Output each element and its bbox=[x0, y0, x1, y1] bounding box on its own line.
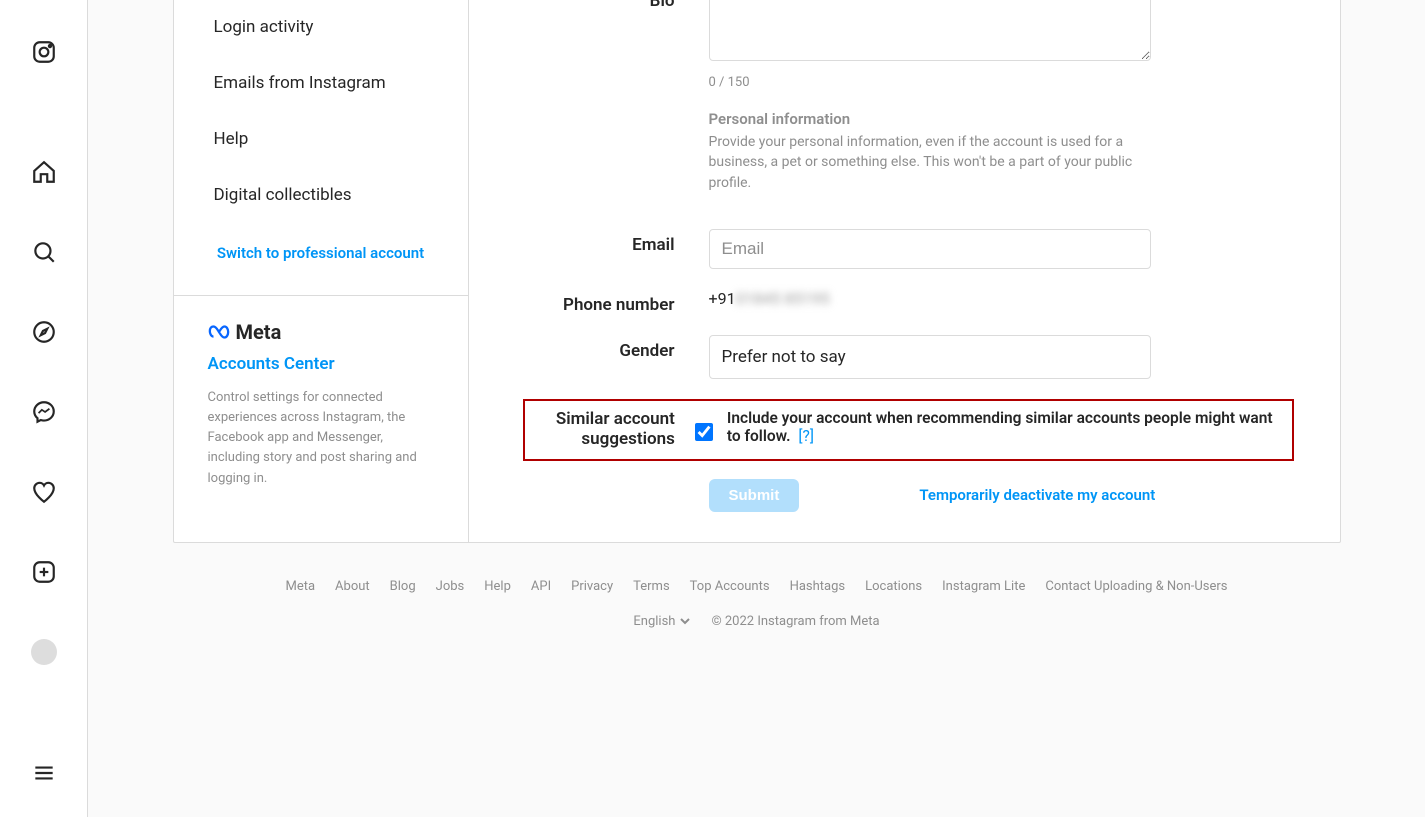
page-root: Supervision Login activity Emails from I… bbox=[0, 0, 1425, 817]
language-selector[interactable]: English bbox=[633, 614, 691, 629]
switch-professional-link[interactable]: Switch to professional account bbox=[174, 223, 468, 295]
similar-checkbox-label: Include your account when recommending s… bbox=[727, 409, 1282, 446]
language-label: English bbox=[633, 614, 675, 629]
personal-info-description: Provide your personal information, even … bbox=[709, 132, 1151, 193]
sidebar-item-emails[interactable]: Emails from Instagram bbox=[174, 55, 468, 111]
footer-link[interactable]: Top Accounts bbox=[690, 579, 770, 594]
meta-infinity-icon bbox=[208, 321, 230, 343]
meta-brand-text: Meta bbox=[236, 320, 282, 344]
similar-suggestions-checkbox[interactable] bbox=[695, 423, 713, 441]
copyright-text: © 2022 Instagram from Meta bbox=[711, 614, 879, 629]
bio-label: Bio bbox=[529, 0, 709, 90]
footer-link[interactable]: Terms bbox=[633, 579, 670, 594]
similar-suggestions-row: Similar account suggestions Include your… bbox=[535, 409, 1282, 449]
gender-select[interactable]: Prefer not to say bbox=[709, 335, 1151, 379]
email-label: Email bbox=[529, 229, 709, 269]
footer-link[interactable]: API bbox=[531, 579, 551, 594]
sidebar-item-login-activity[interactable]: Login activity bbox=[174, 0, 468, 55]
heart-icon[interactable] bbox=[20, 468, 68, 516]
avatar-icon bbox=[31, 639, 57, 665]
settings-panel: Supervision Login activity Emails from I… bbox=[173, 0, 1341, 543]
settings-sidebar: Supervision Login activity Emails from I… bbox=[174, 0, 469, 542]
footer-link[interactable]: About bbox=[335, 579, 370, 594]
similar-help-link[interactable]: [?] bbox=[798, 427, 814, 445]
footer-bottom: English © 2022 Instagram from Meta bbox=[173, 614, 1341, 629]
phone-label: Phone number bbox=[529, 289, 709, 315]
footer-links: Meta About Blog Jobs Help API Privacy Te… bbox=[173, 579, 1341, 594]
settings-form: app and edit your profile to change the … bbox=[469, 0, 1340, 542]
similar-checkbox-wrap: Include your account when recommending s… bbox=[695, 409, 1282, 449]
phone-blurred-number: 01845 85195 bbox=[736, 289, 830, 308]
footer-link[interactable]: Hashtags bbox=[790, 579, 846, 594]
hamburger-menu-icon[interactable] bbox=[20, 749, 68, 797]
accounts-center-description: Control settings for connected experienc… bbox=[208, 388, 434, 489]
home-icon[interactable] bbox=[20, 148, 68, 196]
chevron-down-icon bbox=[679, 615, 691, 627]
meta-logo: Meta bbox=[208, 320, 434, 344]
bio-row: Bio 0 / 150 bbox=[529, 0, 1280, 90]
footer-link[interactable]: Contact Uploading & Non-Users bbox=[1045, 579, 1227, 594]
footer-link[interactable]: Help bbox=[484, 579, 511, 594]
nav-rail bbox=[0, 0, 88, 817]
footer-link[interactable]: Privacy bbox=[571, 579, 613, 594]
instagram-logo-icon[interactable] bbox=[20, 28, 68, 76]
create-post-icon[interactable] bbox=[20, 548, 68, 596]
gender-row: Gender Prefer not to say bbox=[529, 335, 1280, 379]
footer-link[interactable]: Locations bbox=[865, 579, 922, 594]
sidebar-item-help[interactable]: Help bbox=[174, 111, 468, 167]
messenger-icon[interactable] bbox=[20, 388, 68, 436]
content-area: Supervision Login activity Emails from I… bbox=[88, 0, 1425, 817]
accounts-center-link[interactable]: Accounts Center bbox=[208, 354, 434, 374]
accounts-center-panel: Meta Accounts Center Control settings fo… bbox=[174, 295, 468, 519]
bio-char-counter: 0 / 150 bbox=[709, 75, 1151, 90]
highlight-annotation-box: Similar account suggestions Include your… bbox=[523, 399, 1294, 461]
footer-link[interactable]: Blog bbox=[390, 579, 416, 594]
footer-link[interactable]: Instagram Lite bbox=[942, 579, 1025, 594]
gender-label: Gender bbox=[529, 335, 709, 379]
footer-link[interactable]: Meta bbox=[285, 579, 315, 594]
phone-prefix: +91 bbox=[709, 289, 736, 308]
email-input[interactable] bbox=[709, 229, 1151, 269]
phone-input[interactable]: +91 01845 85195 bbox=[709, 289, 1151, 308]
phone-row: Phone number +91 01845 85195 bbox=[529, 289, 1280, 315]
personal-info-heading: Personal information bbox=[709, 110, 1151, 128]
search-icon[interactable] bbox=[20, 228, 68, 276]
sidebar-item-digital-collectibles[interactable]: Digital collectibles bbox=[174, 167, 468, 223]
submit-row: Submit Temporarily deactivate my account bbox=[709, 479, 1280, 512]
submit-button[interactable]: Submit bbox=[709, 479, 800, 512]
page-footer: Meta About Blog Jobs Help API Privacy Te… bbox=[173, 579, 1341, 629]
deactivate-account-link[interactable]: Temporarily deactivate my account bbox=[919, 486, 1155, 504]
similar-suggestions-label: Similar account suggestions bbox=[535, 409, 695, 449]
bio-textarea[interactable] bbox=[709, 0, 1151, 61]
footer-link[interactable]: Jobs bbox=[436, 579, 465, 594]
profile-avatar[interactable] bbox=[20, 628, 68, 676]
explore-compass-icon[interactable] bbox=[20, 308, 68, 356]
personal-info-row: Personal information Provide your person… bbox=[529, 110, 1280, 209]
email-row: Email bbox=[529, 229, 1280, 269]
